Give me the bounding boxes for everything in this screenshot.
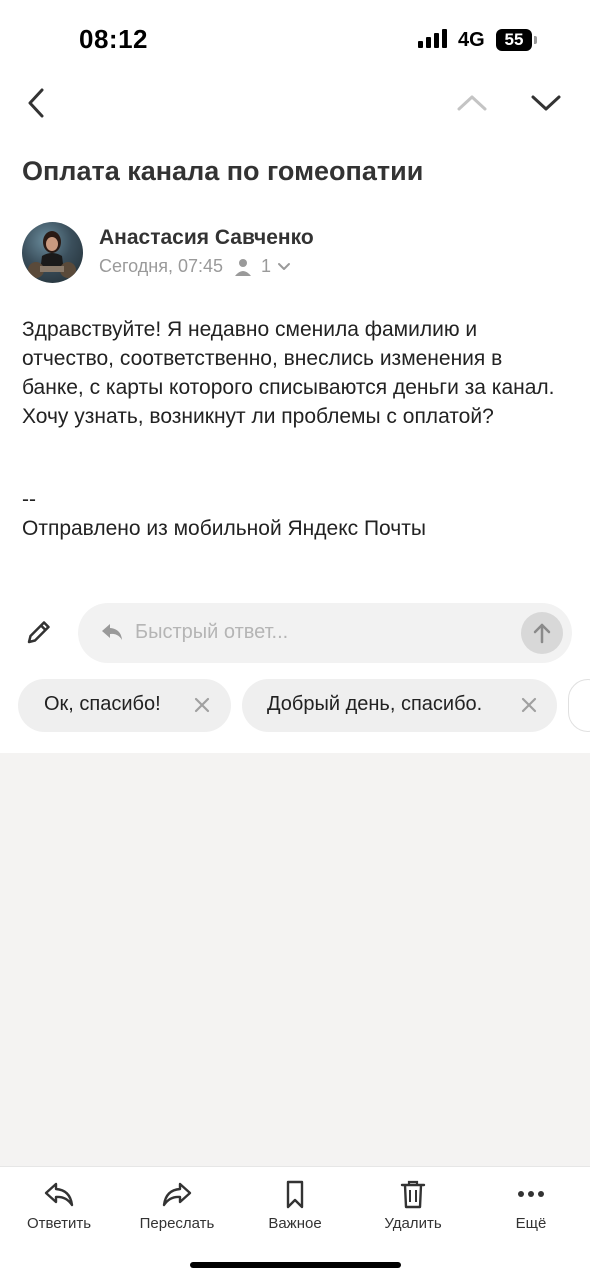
battery-icon: 55	[496, 29, 532, 51]
more-label: Ещё	[515, 1215, 547, 1232]
suggestion-chip[interactable]: Добрый день, спасибо.	[242, 679, 557, 732]
recipients-count: 1	[261, 256, 272, 276]
previous-email-button[interactable]	[454, 90, 490, 114]
forward-label: Переслать	[139, 1215, 215, 1232]
send-button[interactable]	[521, 612, 563, 654]
more-dots-icon	[518, 1191, 544, 1197]
battery-tip	[534, 36, 537, 44]
arrow-up-icon	[533, 623, 551, 644]
signal-icon	[418, 29, 448, 48]
sender-name[interactable]: Анастасия Савченко	[99, 226, 314, 250]
more-button[interactable]: Ещё	[476, 1179, 586, 1239]
status-bar: 08:12 4G 55	[0, 0, 590, 80]
reply-icon	[44, 1182, 74, 1207]
suggestion-label: Добрый день, спасибо.	[267, 693, 483, 715]
important-label: Важное	[268, 1215, 322, 1232]
email-date: Сегодня, 07:45	[99, 256, 224, 276]
back-button[interactable]	[22, 84, 58, 122]
next-email-button[interactable]	[528, 90, 564, 114]
email-body: Здравствуйте! Я недавно сменила фамилию …	[22, 318, 555, 428]
compose-button[interactable]	[24, 617, 54, 647]
forward-button[interactable]: Переслать	[122, 1179, 232, 1239]
quick-reply-field[interactable]: Быстрый ответ...	[78, 603, 572, 663]
delete-button[interactable]: Удалить	[358, 1179, 468, 1239]
avatar-image	[28, 231, 76, 278]
sender-avatar[interactable]	[22, 222, 83, 283]
pencil-icon	[27, 621, 50, 644]
forward-icon	[162, 1182, 192, 1207]
network-type: 4G	[458, 29, 485, 51]
email-subject: Оплата канала по гомеопатии	[22, 156, 424, 186]
suggestion-chip-partial[interactable]	[568, 679, 590, 732]
close-icon[interactable]	[193, 696, 211, 714]
reply-label: Ответить	[26, 1215, 92, 1232]
delete-label: Удалить	[384, 1215, 442, 1232]
quick-reply-placeholder: Быстрый ответ...	[135, 621, 289, 643]
sender-meta[interactable]: Сегодня, 07:45 1	[99, 256, 291, 277]
person-icon	[235, 258, 252, 276]
status-time: 08:12	[79, 24, 148, 54]
chevron-down-icon	[278, 262, 291, 270]
email-signature: Отправлено из мобильной Яндекс Почты	[22, 517, 426, 540]
suggestion-label: Ок, спасибо!	[44, 693, 161, 715]
chevron-up-icon	[457, 95, 487, 111]
suggestion-chip[interactable]: Ок, спасибо!	[18, 679, 231, 732]
home-indicator	[190, 1262, 401, 1268]
important-button[interactable]: Важное	[240, 1179, 350, 1239]
chevron-left-icon	[28, 88, 44, 118]
signature-separator: --	[22, 488, 36, 511]
empty-content-area	[0, 753, 590, 1166]
reply-button[interactable]: Ответить	[4, 1179, 114, 1239]
battery-level: 55	[504, 30, 524, 49]
trash-icon	[400, 1180, 426, 1209]
bookmark-icon	[286, 1180, 304, 1209]
reply-icon	[102, 624, 122, 640]
chevron-down-icon	[531, 95, 561, 111]
close-icon[interactable]	[520, 696, 538, 714]
